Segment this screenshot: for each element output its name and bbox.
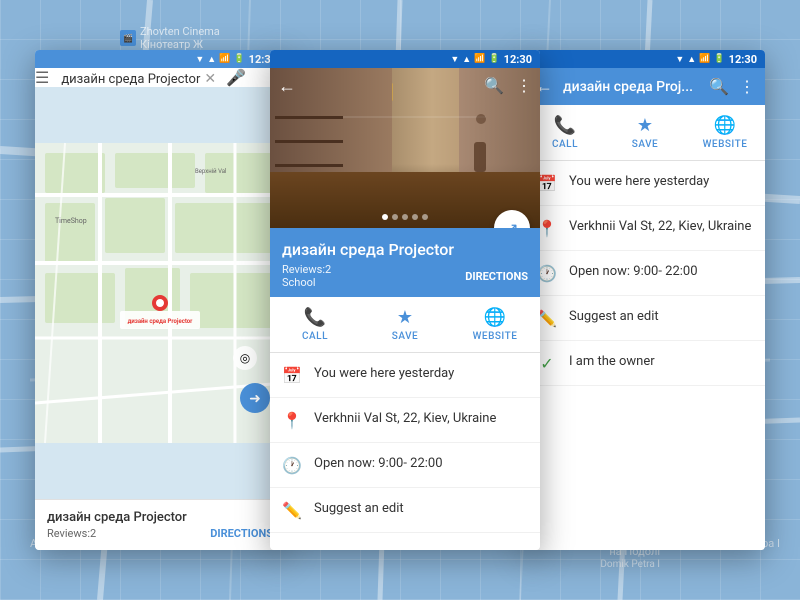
middle-info-edit[interactable]: ✏️ Suggest an edit (270, 488, 540, 533)
location-icon: 📍 (282, 411, 302, 430)
middle-reviews: Reviews:2 (282, 263, 331, 276)
middle-signal-icons: ▼ ▲ 📶 🔋 (450, 54, 499, 65)
search-photo-icon[interactable]: 🔍 (484, 76, 504, 95)
left-bottom-card: дизайн среда Projector Reviews:2 DIRECTI… (35, 499, 285, 550)
calendar-icon: 📅 (282, 366, 302, 385)
call-label: CALL (302, 331, 328, 342)
middle-photo-area: ← 🔍 ⋮ ↗ (270, 68, 540, 228)
middle-info-list: 📅 You were here yesterday 📍 Verkhnii Val… (270, 353, 540, 550)
left-directions-btn[interactable]: DIRECTIONS (210, 527, 273, 540)
dot-1 (382, 214, 388, 220)
photo-action-icons: 🔍 ⋮ (484, 76, 532, 95)
left-map-area[interactable]: дизайн среда Projector TimeShop Верхній … (35, 87, 285, 499)
middle-category: School (282, 276, 331, 289)
photo-overlay: ← 🔍 ⋮ (270, 68, 540, 105)
middle-back-button[interactable]: ← (278, 76, 296, 97)
svg-text:Верхній Val: Верхній Val (195, 168, 227, 175)
right-search-icon[interactable]: 🔍 (709, 77, 729, 96)
right-top-nav: ← дизайн среда Proj... 🔍 ⋮ (525, 68, 765, 105)
middle-directions-link[interactable]: DIRECTIONS (465, 270, 528, 283)
right-info-edit[interactable]: ✏️ Suggest an edit (525, 296, 765, 341)
right-info-yesterday: 📅 You were here yesterday (525, 161, 765, 206)
middle-call-button[interactable]: 📞 CALL (270, 297, 360, 352)
middle-website-button[interactable]: 🌐 WEBSITE (450, 297, 540, 352)
right-time: 12:30 (729, 53, 757, 66)
middle-info-text-3: Suggest an edit (314, 500, 404, 518)
right-signal-icons: ▼ ▲ 📶 🔋 (675, 54, 724, 65)
left-signal-icons: ▼ ▲ 📶 🔋 (195, 54, 244, 65)
left-phone: ▼ ▲ 📶 🔋 12:30 ☰ дизайн среда Projector ✕… (35, 50, 285, 550)
middle-info-text-0: You were here yesterday (314, 365, 454, 383)
mic-icon[interactable]: 🎤 (226, 68, 246, 87)
right-info-text-0: You were here yesterday (569, 173, 709, 191)
website-icon: 🌐 (484, 307, 506, 328)
clear-icon[interactable]: ✕ (204, 71, 216, 87)
save-star-icon: ★ (397, 307, 413, 328)
right-info-text-3: Suggest an edit (569, 308, 659, 326)
right-website-button[interactable]: 🌐 WEBSITE (685, 105, 765, 160)
middle-action-row: 📞 CALL ★ SAVE 🌐 WEBSITE (270, 297, 540, 353)
left-status-bar: ▼ ▲ 📶 🔋 12:30 (35, 50, 285, 68)
right-call-icon: 📞 (554, 115, 576, 136)
left-search-bar[interactable]: ☰ дизайн среда Projector ✕ 🎤 (35, 68, 285, 87)
bg-label-art2: Domik Petra I (600, 559, 660, 570)
right-check-icon: ✓ (537, 354, 557, 373)
middle-info-yesterday: 📅 You were here yesterday (270, 353, 540, 398)
middle-detail-header: дизайн среда Projector Reviews:2 School … (270, 228, 540, 297)
right-save-button[interactable]: ★ SAVE (605, 105, 685, 160)
right-nav-icons: 🔍 ⋮ (709, 77, 755, 96)
bg-label-cinema: Zhovten Cinema (140, 25, 220, 38)
middle-info-hours[interactable]: 🕐 Open now: 9:00- 22:00 (270, 443, 540, 488)
edit-icon: ✏️ (282, 501, 302, 520)
middle-detail-meta: Reviews:2 School DIRECTIONS (282, 263, 528, 289)
dot-4 (412, 214, 418, 220)
middle-place-title: дизайн среда Projector (282, 240, 528, 259)
right-location-icon: 📍 (537, 219, 557, 238)
middle-info-text-1: Verkhnii Val St, 22, Kiev, Ukraine (314, 410, 496, 428)
right-save-label: SAVE (632, 139, 658, 150)
svg-text:➜: ➜ (249, 391, 261, 407)
left-reviews: Reviews:2 (47, 527, 96, 540)
middle-info-text-2: Open now: 9:00- 22:00 (314, 455, 443, 473)
svg-text:◎: ◎ (240, 351, 250, 365)
right-clock-icon: 🕐 (537, 264, 557, 283)
right-info-address[interactable]: 📍 Verkhnii Val St, 22, Kiev, Ukraine (525, 206, 765, 251)
svg-text:TimeShop: TimeShop (55, 217, 87, 225)
right-info-hours[interactable]: 🕐 Open now: 9:00- 22:00 (525, 251, 765, 296)
middle-status-bar: ▼ ▲ 📶 🔋 12:30 (270, 50, 540, 68)
middle-save-button[interactable]: ★ SAVE (360, 297, 450, 352)
call-icon: 📞 (304, 307, 326, 328)
middle-phone: ▼ ▲ 📶 🔋 12:30 (270, 50, 540, 550)
right-phone: ▼ ▲ 📶 🔋 12:30 ← дизайн среда Proj... 🔍 ⋮… (525, 50, 765, 550)
right-info-list: 📅 You were here yesterday 📍 Verkhnii Val… (525, 161, 765, 550)
more-photo-icon[interactable]: ⋮ (516, 76, 532, 95)
dot-2 (392, 214, 398, 220)
right-save-icon: ★ (637, 115, 653, 136)
right-call-label: CALL (552, 139, 578, 150)
right-info-owner[interactable]: ✓ I am the owner (525, 341, 765, 386)
right-website-label: WEBSITE (703, 139, 748, 150)
right-info-text-4: I am the owner (569, 353, 655, 371)
middle-time: 12:30 (504, 53, 532, 66)
right-nav-title: дизайн среда Proj... (563, 79, 709, 95)
right-action-row: 📞 CALL ★ SAVE 🌐 WEBSITE (525, 105, 765, 161)
right-more-icon[interactable]: ⋮ (739, 77, 755, 96)
dot-3 (402, 214, 408, 220)
right-info-text-1: Verkhnii Val St, 22, Kiev, Ukraine (569, 218, 751, 236)
right-edit-icon: ✏️ (537, 309, 557, 328)
right-info-text-2: Open now: 9:00- 22:00 (569, 263, 698, 281)
right-website-icon: 🌐 (714, 115, 736, 136)
left-place-name: дизайн среда Projector (47, 510, 273, 525)
clock-icon: 🕐 (282, 456, 302, 475)
photo-dots (382, 214, 428, 220)
dot-5 (422, 214, 428, 220)
website-label: WEBSITE (473, 331, 518, 342)
middle-info-address[interactable]: 📍 Verkhnii Val St, 22, Kiev, Ukraine (270, 398, 540, 443)
save-label: SAVE (392, 331, 418, 342)
right-calendar-icon: 📅 (537, 174, 557, 193)
left-search-text: дизайн среда Projector (61, 72, 200, 87)
right-status-bar: ▼ ▲ 📶 🔋 12:30 (525, 50, 765, 68)
hamburger-icon[interactable]: ☰ (35, 68, 49, 87)
svg-text:дизайн среда Projector: дизайн среда Projector (128, 318, 194, 325)
